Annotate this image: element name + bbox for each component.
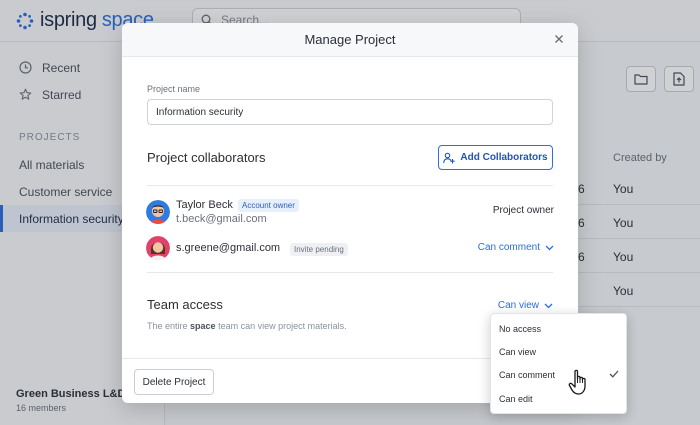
add-collaborators-button[interactable]: Add Collaborators bbox=[438, 145, 553, 170]
menu-item-no-access[interactable]: No access bbox=[499, 324, 541, 334]
dialog-title: Manage Project bbox=[304, 32, 396, 47]
collaborators-title: Project collaborators bbox=[147, 150, 266, 165]
add-user-icon bbox=[443, 152, 456, 163]
project-name-input[interactable] bbox=[147, 99, 553, 125]
check-icon bbox=[609, 370, 619, 378]
add-collaborators-label: Add Collaborators bbox=[460, 152, 548, 163]
collaborator-role: Project owner bbox=[492, 205, 554, 216]
collaborator-role-value: Can comment bbox=[477, 242, 540, 253]
access-level-menu: No access Can view Can comment Can edit bbox=[490, 313, 627, 414]
delete-project-button[interactable]: Delete Project bbox=[134, 369, 214, 395]
avatar bbox=[146, 236, 170, 260]
avatar bbox=[146, 200, 170, 224]
team-access-title: Team access bbox=[147, 297, 223, 312]
hand-pointer-icon bbox=[568, 369, 586, 395]
dialog-header: Manage Project bbox=[122, 23, 578, 57]
team-access-value: Can view bbox=[497, 300, 539, 311]
divider bbox=[147, 185, 553, 186]
invite-pending-badge: Invite pending bbox=[290, 243, 348, 256]
menu-item-can-view[interactable]: Can view bbox=[499, 347, 536, 357]
chevron-down-icon bbox=[545, 245, 554, 250]
project-name-label: Project name bbox=[147, 84, 201, 94]
menu-item-can-edit[interactable]: Can edit bbox=[499, 394, 533, 404]
team-desc-space: space bbox=[190, 321, 216, 331]
collaborator-email: s.greene@gmail.com bbox=[176, 242, 281, 254]
menu-item-can-comment[interactable]: Can comment bbox=[499, 370, 555, 380]
team-desc-suffix: team can view project materials. bbox=[215, 321, 347, 331]
team-access-description: The entire space team can view project m… bbox=[147, 321, 347, 331]
account-owner-badge: Account owner bbox=[238, 199, 299, 212]
divider bbox=[147, 272, 553, 273]
chevron-down-icon bbox=[544, 303, 553, 308]
collaborator-email: t.beck@gmail.com bbox=[176, 213, 267, 225]
team-desc-prefix: The entire bbox=[147, 321, 191, 331]
collaborator-name: Taylor Beck bbox=[176, 199, 233, 211]
team-access-dropdown[interactable]: Can view bbox=[498, 300, 553, 311]
close-icon[interactable] bbox=[552, 32, 566, 46]
collaborator-role-dropdown[interactable]: Can comment bbox=[478, 242, 554, 253]
